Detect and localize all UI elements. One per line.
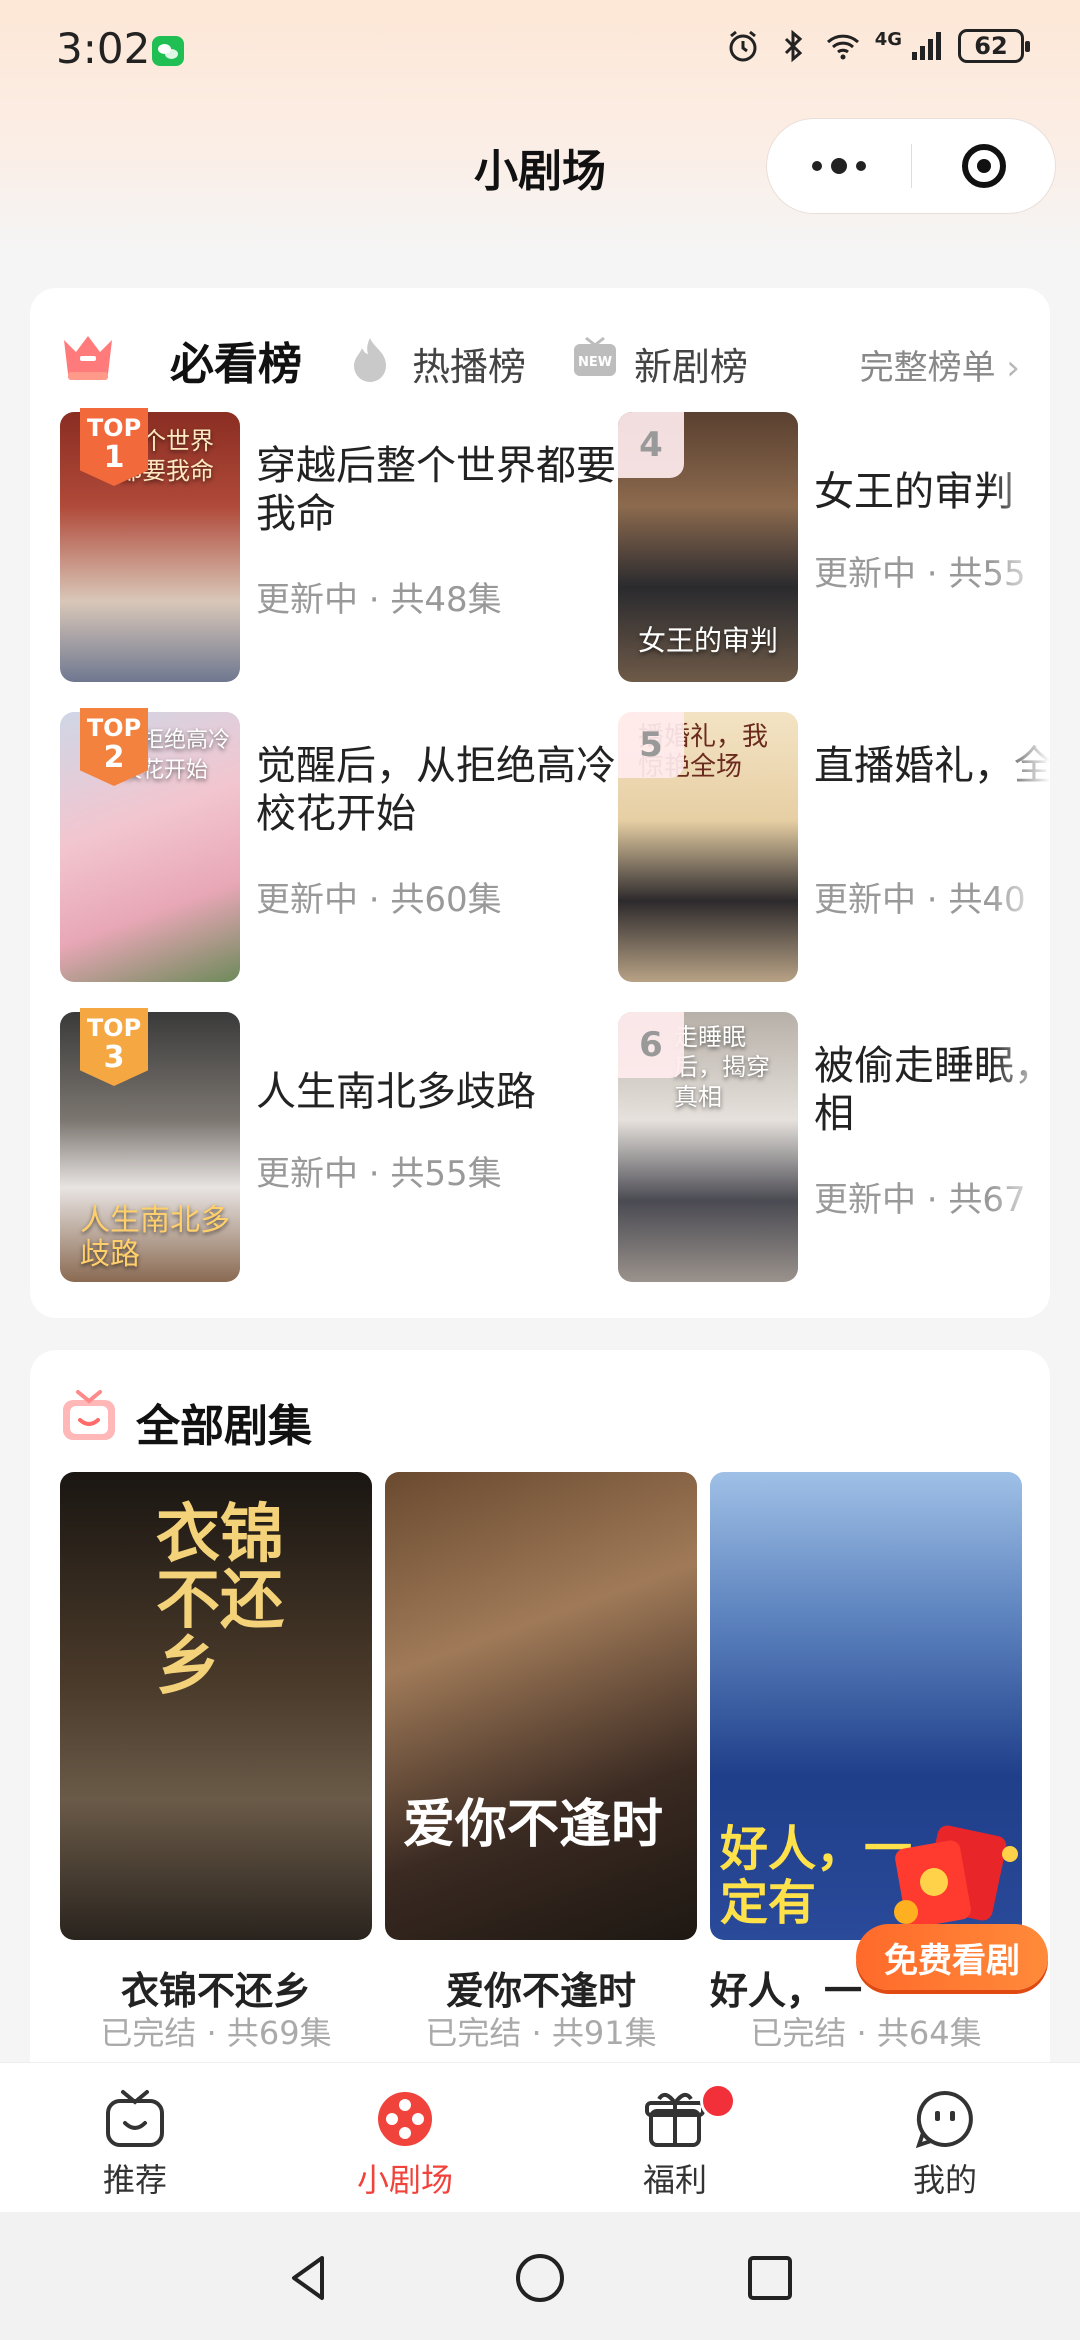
drama-meta: 更新中 · 共55 [814, 554, 1026, 594]
recents-icon[interactable] [742, 2250, 798, 2306]
notification-dot [700, 2083, 736, 2119]
cover-title-text: 女王的审判 [638, 624, 779, 657]
rank-item[interactable]: 女王的审判 4 女王的审判 更新中 · 共55 [618, 412, 1050, 682]
badge-number: 3 [103, 1040, 125, 1075]
status-icons: 4G 62 [725, 28, 1030, 64]
signal-icon [912, 32, 941, 60]
top-rank-badge: TOP 1 [80, 408, 148, 486]
film-reel-icon [378, 2092, 432, 2146]
tab-me[interactable]: 我的 [810, 2063, 1080, 2213]
tv-icon [63, 1390, 115, 1440]
tab-must-watch[interactable]: 必看榜 [170, 328, 350, 392]
section-title: 全部剧集 [136, 1401, 312, 1452]
drama-title: 觉醒后，从拒绝高冷校花开始 [256, 743, 616, 837]
more-dot-icon [856, 161, 866, 171]
network-type: 4G [874, 28, 902, 50]
drama-title: 被偷走睡眠，揭穿真相 [814, 1043, 1050, 1137]
status-bar: 3:02 4G 62 [0, 0, 1080, 100]
drama-meta: 更新中 · 共48集 [256, 580, 502, 620]
drama-meta: 更新中 · 共40 [814, 880, 1026, 920]
tab-hot[interactable]: 热播榜 [412, 336, 526, 391]
series-meta: 已完结 · 共64集 [750, 2014, 982, 2052]
tab-label: 推荐 [102, 2161, 167, 2199]
badge-label: TOP [86, 414, 142, 442]
tv-icon [106, 2090, 164, 2147]
ranking-card: 必看榜 热播榜 NEW 新剧榜 完整榜单 › 整个世界都要我命 TOP 1 穿越… [30, 288, 1050, 1318]
rank-number-badge: 5 [618, 712, 684, 778]
crown-icon [64, 336, 112, 380]
drama-meta: 更新中 · 共67 [814, 1180, 1026, 1220]
badge-label: TOP [86, 714, 142, 742]
tab-new[interactable]: 新剧榜 [634, 336, 748, 391]
tab-benefits[interactable]: 福利 [540, 2063, 810, 2213]
rank-item[interactable]: 从拒绝高冷校花开始 TOP 2 觉醒后，从拒绝高冷校花开始 更新中 · 共60集 [60, 708, 616, 982]
badge-number: 2 [103, 740, 125, 775]
drama-title: 穿越后整个世界都要我命 [256, 443, 616, 537]
top-rank-badge: TOP 3 [80, 1008, 148, 1086]
poster-title-text: 爱你不逢时 [403, 1794, 664, 1855]
more-button[interactable] [767, 119, 911, 213]
rank-item[interactable]: 整个世界都要我命 TOP 1 穿越后整个世界都要我命 更新中 · 共48集 [60, 408, 616, 682]
tab-label: 我的 [912, 2161, 977, 2199]
rank-item[interactable]: 走睡眠后，揭穿真相 6 被偷走睡眠，揭穿真相 更新中 · 共67 [618, 1012, 1050, 1282]
full-list-link[interactable]: 完整榜单 › [860, 340, 1020, 389]
ranking-content: 必看榜 热播榜 NEW 新剧榜 完整榜单 › 整个世界都要我命 TOP 1 穿越… [30, 288, 1050, 1318]
close-target-icon [961, 144, 1006, 188]
series-title: 衣锦不还乡 [120, 1969, 311, 2013]
series-poster[interactable]: 爱你不逢时 [385, 1472, 697, 1940]
back-icon[interactable] [282, 2250, 338, 2306]
badge-label: TOP [86, 1014, 142, 1042]
cover-title-text: 走睡眠后，揭穿真相 [674, 1023, 770, 1111]
rank-item[interactable]: 人生南北多歧路 TOP 3 人生南北多歧路 更新中 · 共55集 [60, 1008, 540, 1282]
poster-title-text: 衣锦不还乡 [156, 1497, 284, 1704]
fire-icon [354, 338, 386, 382]
alarm-icon [729, 30, 757, 62]
tab-label: 福利 [642, 2161, 707, 2199]
series-title: 爱你不逢时 [445, 1969, 636, 2013]
all-series-card: 全部剧集 衣锦不还乡 爱你不逢时 好人，一定有 衣锦不还乡 已完结 · 共69集… [30, 1350, 1050, 2110]
wifi-icon [826, 34, 859, 60]
more-dot-icon [812, 161, 822, 171]
system-nav-bar [0, 2212, 1080, 2340]
badge-number: 1 [103, 440, 125, 475]
battery-indicator: 62 [958, 29, 1030, 63]
drama-meta: 更新中 · 共55集 [256, 1154, 502, 1194]
red-envelope-icon [894, 1825, 1018, 1928]
free-watch-button[interactable]: 免费看剧 [856, 1924, 1048, 1990]
close-button[interactable] [912, 144, 1055, 188]
gift-box-icon [645, 2092, 705, 2147]
svg-text:NEW: NEW [578, 355, 612, 370]
top-rank-badge: TOP 2 [80, 708, 148, 786]
wechat-icon [152, 36, 184, 66]
ranking-tabs: 必看榜 热播榜 NEW 新剧榜 完整榜单 › [60, 322, 1020, 392]
status-time: 3:02 [56, 24, 151, 73]
tab-recommend[interactable]: 推荐 [0, 2063, 270, 2213]
rank-number-badge: 6 [618, 1012, 684, 1078]
tab-mini-theater[interactable]: 小剧场 [270, 2063, 540, 2213]
series-poster[interactable]: 衣锦不还乡 [60, 1472, 372, 1940]
tab-label: 小剧场 [356, 2161, 453, 2199]
bluetooth-icon [784, 29, 802, 63]
series-meta: 已完结 · 共91集 [425, 2014, 657, 2052]
drama-title: 女王的审判 [814, 469, 1014, 515]
rank-number-badge: 4 [618, 412, 684, 478]
series-meta: 已完结 · 共69集 [100, 2014, 332, 2052]
mini-program-capsule [766, 118, 1056, 214]
bottom-tab-bar: 推荐 小剧场 福利 我的 [0, 2062, 1080, 2213]
rank-item[interactable]: 播婚礼，我惊艳全场 5 直播婚礼，全场 更新中 · 共40 [618, 712, 1050, 982]
cover-title-text: 人生南北多歧路 [80, 1203, 230, 1272]
more-dot-icon [831, 158, 847, 174]
new-badge-icon: NEW [574, 336, 616, 376]
home-icon[interactable] [512, 2250, 568, 2306]
face-icon [915, 2090, 973, 2149]
drama-title: 直播婚礼，全场 [814, 743, 1050, 789]
drama-title: 人生南北多歧路 [256, 1069, 536, 1115]
drama-meta: 更新中 · 共60集 [256, 880, 502, 920]
